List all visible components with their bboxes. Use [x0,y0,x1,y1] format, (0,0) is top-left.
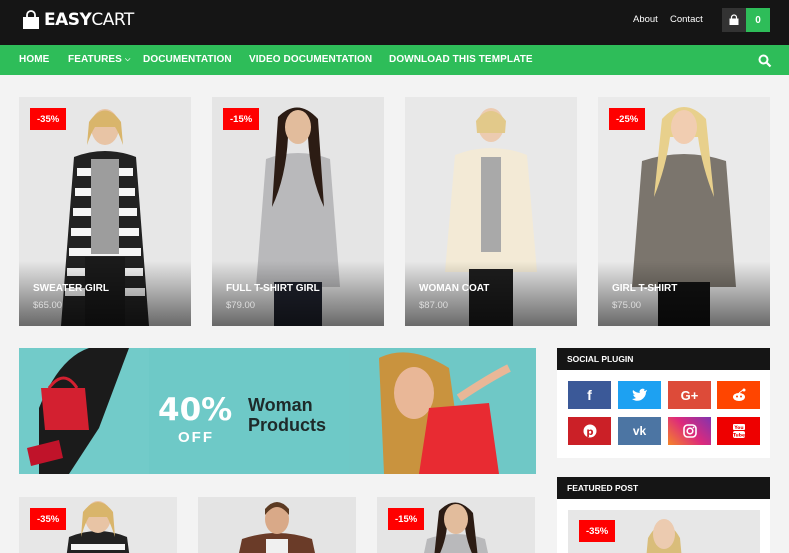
discount-badge: -35% [30,108,67,130]
cart-icon [722,8,746,32]
svg-text:Tube: Tube [732,433,744,439]
banner-line-2: Products [248,415,327,435]
product-price: $75.00 [612,300,642,311]
instagram-icon[interactable] [668,417,711,445]
featured-post-title: FEATURED POST [557,477,770,499]
nav-features[interactable]: FEATURES ⌵ [68,54,130,65]
product-card[interactable] [198,497,356,553]
cart-count: 0 [746,8,770,32]
nav-download-template[interactable]: DOWNLOAD THIS TEMPLATE [389,54,533,65]
chevron-down-icon: ⌵ [124,56,131,63]
reddit-icon[interactable] [717,381,760,409]
product-price: $87.00 [419,300,449,311]
promo-banner[interactable]: 40% OFF Woman Products [19,348,536,474]
nav-features-label: FEATURES [68,54,122,65]
product-price: $65.00 [33,300,63,311]
product-card[interactable]: -15% [377,497,535,553]
discount-badge: -35% [30,508,67,530]
discount-badge: -15% [388,508,425,530]
product-card[interactable]: -35% SWEATER GIRL $65.00 [19,97,191,326]
nav-documentation[interactable]: DOCUMENTATION [143,54,232,65]
logo-text-light: CART [91,10,134,30]
search-icon[interactable] [758,54,772,68]
product-card[interactable]: -15% FULL T-SHIRT GIRL $79.00 [212,97,384,326]
product-card[interactable]: -25% GIRL T-SHIRT $75.00 [598,97,770,326]
discount-badge: -25% [609,108,646,130]
product-price: $79.00 [226,300,256,311]
social-plugin-panel: f G+ p vk You Tube [557,370,770,458]
youtube-icon[interactable]: You Tube [717,417,760,445]
cart-button[interactable]: 0 [722,8,770,32]
shopping-bag-icon [23,10,39,29]
svg-text:You: You [733,425,743,431]
about-link[interactable]: About [633,14,658,25]
product-image [198,497,356,553]
site-header: EASYCART About Contact 0 [0,0,789,45]
site-logo[interactable]: EASYCART [21,9,134,31]
featured-post-image[interactable]: -35% [568,510,760,553]
product-name[interactable]: WOMAN COAT [419,283,489,294]
twitter-icon[interactable] [618,381,661,409]
banner-off: OFF [178,429,214,446]
product-card[interactable]: WOMAN COAT $87.00 [405,97,577,326]
nav-video-documentation[interactable]: VIDEO DOCUMENTATION [249,54,372,65]
banner-percent: 40% [158,392,233,428]
contact-link[interactable]: Contact [670,14,703,25]
google-plus-icon[interactable]: G+ [668,381,711,409]
social-plugin-title: SOCIAL PLUGIN [557,348,770,370]
main-nav: HOME FEATURES ⌵ DOCUMENTATION VIDEO DOCUM… [0,45,789,75]
pinterest-icon[interactable]: p [568,417,611,445]
product-name[interactable]: FULL T-SHIRT GIRL [226,283,320,294]
product-name[interactable]: SWEATER GIRL [33,283,109,294]
product-card[interactable]: -35% [19,497,177,553]
banner-line-1: Woman [248,395,313,415]
facebook-icon[interactable]: f [568,381,611,409]
vk-icon[interactable]: vk [618,417,661,445]
discount-badge: -15% [223,108,260,130]
nav-home[interactable]: HOME [19,54,49,65]
discount-badge: -35% [579,520,616,542]
logo-text-bold: EASY [44,10,92,30]
svg-text:p: p [586,427,593,438]
product-name[interactable]: GIRL T-SHIRT [612,283,677,294]
